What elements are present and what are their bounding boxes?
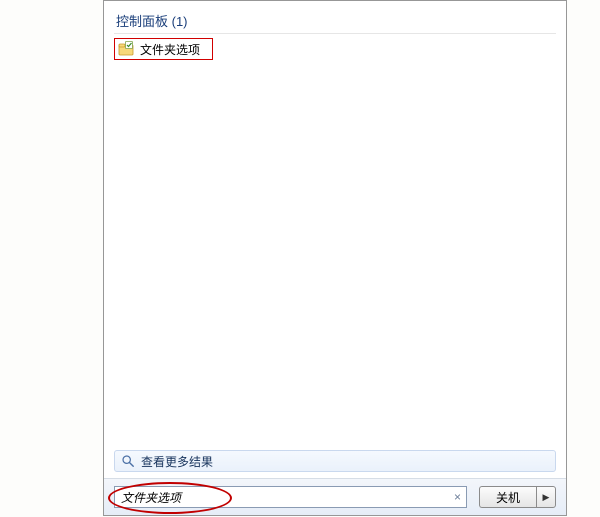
start-menu-search-panel: 控制面板 (1) 文件夹选项 查看更多结果 × 关机 bbox=[103, 0, 567, 516]
search-icon bbox=[121, 454, 135, 468]
see-more-results[interactable]: 查看更多结果 bbox=[114, 450, 556, 472]
results-area: 控制面板 (1) 文件夹选项 bbox=[104, 1, 566, 450]
result-item-folder-options[interactable]: 文件夹选项 bbox=[114, 38, 213, 60]
shutdown-label: 关机 bbox=[496, 489, 520, 506]
search-wrap: × bbox=[114, 486, 467, 508]
shutdown-button[interactable]: 关机 bbox=[479, 486, 536, 508]
group-header-control-panel: 控制面板 (1) bbox=[114, 7, 556, 34]
result-label: 文件夹选项 bbox=[140, 41, 200, 58]
folder-options-icon bbox=[118, 41, 134, 57]
search-input[interactable] bbox=[114, 486, 467, 508]
see-more-label: 查看更多结果 bbox=[141, 453, 213, 470]
shutdown-options-arrow[interactable]: ▶ bbox=[536, 486, 556, 508]
footer-bar: × 关机 ▶ bbox=[104, 478, 566, 515]
triangle-right-icon: ▶ bbox=[543, 492, 550, 503]
clear-search-icon[interactable]: × bbox=[454, 491, 461, 503]
shutdown-split-button: 关机 ▶ bbox=[479, 486, 556, 508]
